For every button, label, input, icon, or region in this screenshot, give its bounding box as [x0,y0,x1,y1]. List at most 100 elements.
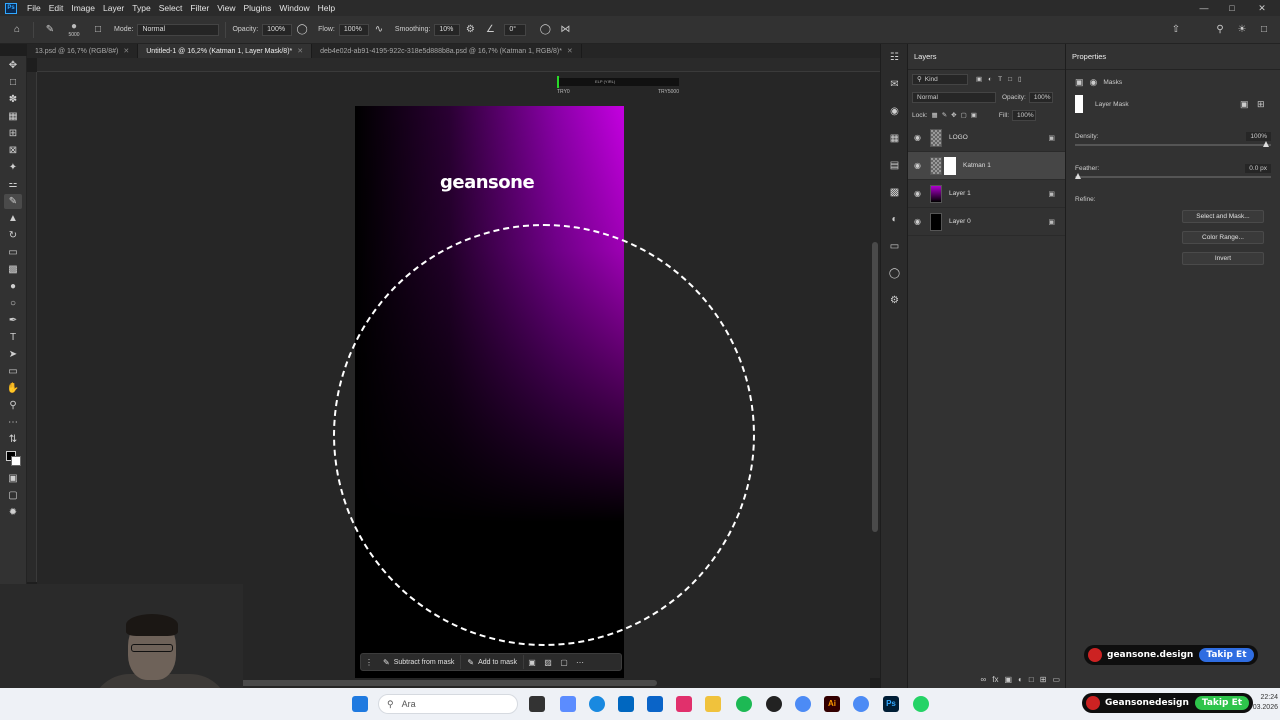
tab-deb4e02d[interactable]: deb4e02d-ab91-4195-922c-318e5d888b8a.psd… [312,44,582,58]
gear-icon[interactable]: ⚙ [463,23,477,37]
visibility-eye-icon[interactable]: ◉ [914,217,926,226]
density-field[interactable]: 100% [1246,131,1271,141]
vertical-ruler[interactable] [27,72,37,582]
more-tools-icon[interactable]: ⋯ [4,415,22,430]
swap-colors-icon[interactable]: ⇅ [4,432,22,447]
fx-icon[interactable]: fx [992,675,998,684]
instagram-icon[interactable] [676,696,692,712]
shape-tool-icon[interactable]: ▭ [4,364,22,379]
scroll-thumb[interactable] [237,680,657,686]
edge-icon[interactable] [589,696,605,712]
filter-shape-icon[interactable]: □ [1008,76,1012,83]
brush-tool-icon[interactable]: ✎ [4,194,22,209]
vertical-scrollbar[interactable] [870,72,880,678]
taskbar-search[interactable]: ⚲ Ara [378,694,518,714]
menu-type[interactable]: Type [128,3,154,13]
invert-mask-icon[interactable]: ▨ [540,658,556,667]
layer-katman-1[interactable]: ◉ Katman 1 [908,152,1065,180]
angle-field[interactable]: 0° [504,23,527,36]
menu-edit[interactable]: Edit [45,3,68,13]
lock-all-icon[interactable]: ▣ [971,111,977,119]
kind-filter-select[interactable]: ⚲ Kind [912,73,968,85]
pixel-mask-icon[interactable]: ▣ [1075,77,1084,88]
new-layer-icon[interactable]: ⊞ [1040,675,1047,684]
symmetry-icon[interactable]: ⋈ [558,23,572,37]
new-adjustment-icon[interactable]: ◐ [1018,675,1023,684]
density-slider[interactable] [1075,141,1271,147]
menu-filter[interactable]: Filter [186,3,213,13]
windows-start-icon[interactable] [352,696,368,712]
eyedropper-tool-icon[interactable]: ✦ [4,160,22,175]
lock-transparent-icon[interactable]: ▦ [932,111,938,119]
generative-icon[interactable]: ✹ [4,505,22,520]
close-icon[interactable]: ✕ [123,47,129,55]
close-icon[interactable]: ✕ [567,47,573,55]
lasso-tool-icon[interactable]: ✽ [4,92,22,107]
filter-pixel-icon[interactable]: ▣ [976,75,982,83]
move-tool-icon[interactable]: ✥ [4,58,22,73]
layer-opacity-field[interactable]: 100% [1028,91,1053,103]
color-range-button[interactable]: Color Range... [1182,231,1264,244]
pressure-opacity-icon[interactable]: ◯ [295,23,309,37]
menu-image[interactable]: Image [67,3,99,13]
menu-select[interactable]: Select [155,3,187,13]
object-select-tool-icon[interactable]: ▦ [4,109,22,124]
scroll-thumb[interactable] [872,242,878,532]
type-tool-icon[interactable]: T [4,330,22,345]
spotify-icon[interactable] [736,696,752,712]
quick-mask-icon[interactable]: ▣ [4,471,22,486]
gradient-tool-icon[interactable]: ▩ [4,262,22,277]
menu-layer[interactable]: Layer [99,3,128,13]
brush-preset-picker[interactable]: ● 5000 [63,21,85,38]
visibility-eye-icon[interactable]: ◉ [914,189,926,198]
lock-image-icon[interactable]: ✎ [942,111,947,119]
history-icon[interactable]: ☷ [881,44,908,71]
menu-window[interactable]: Window [275,3,313,13]
gradients-icon[interactable]: ▤ [881,152,908,179]
layers-tab[interactable]: Layers [914,52,937,61]
mode-select[interactable]: Normal [137,23,220,36]
close-icon[interactable]: ✕ [1246,0,1278,16]
color-swatches[interactable] [4,449,22,469]
file-explorer-icon[interactable] [705,696,721,712]
close-icon[interactable]: ✕ [297,47,303,55]
add-mask-icon[interactable]: ▣ [1004,675,1012,684]
feather-field[interactable]: 0.0 px [1245,163,1271,173]
patterns-icon[interactable]: ▩ [881,179,908,206]
lock-artboard-icon[interactable]: ▢ [961,111,967,119]
menu-view[interactable]: View [213,3,239,13]
lock-icon[interactable]: ▣ [1048,218,1055,226]
home-icon[interactable]: ⌂ [10,23,24,37]
menu-file[interactable]: File [23,3,45,13]
lock-position-icon[interactable]: ✥ [951,111,956,119]
smoothing-field[interactable]: 10% [434,23,461,36]
drag-handle-icon[interactable]: ⋮ [361,658,377,667]
link-layers-icon[interactable]: ∞ [981,675,987,684]
hand-tool-icon[interactable]: ✋ [4,381,22,396]
layer-layer-1[interactable]: ◉ Layer 1 ▣ [908,180,1065,208]
add-vector-mask-icon[interactable]: ⊞ [1257,99,1265,110]
layer-layer-0[interactable]: ◉ Layer 0 ▣ [908,208,1065,236]
eraser-tool-icon[interactable]: ▭ [4,245,22,260]
zoom-tool-icon[interactable]: ⚲ [4,398,22,413]
adjustments-icon[interactable]: ◐ [881,206,908,233]
discover-icon[interactable]: ☀ [1235,23,1249,37]
libraries-icon[interactable]: ▭ [881,233,908,260]
store-icon[interactable] [618,696,634,712]
healing-tool-icon[interactable]: ⚍ [4,177,22,192]
lock-icon[interactable]: ▣ [1048,134,1055,142]
filter-adjustment-icon[interactable]: ◐ [988,76,992,83]
filter-smart-icon[interactable]: ▯ [1018,75,1022,83]
mask-options-icon[interactable]: ▣ [524,658,540,667]
filter-type-icon[interactable]: T [998,76,1002,83]
vector-mask-icon[interactable]: ◉ [1090,77,1098,88]
pressure-size-icon[interactable]: ◯ [538,23,552,37]
history-brush-icon[interactable]: ↻ [4,228,22,243]
disable-mask-icon[interactable]: ▢ [556,658,572,667]
horizontal-ruler[interactable] [37,58,880,72]
workspace-icon[interactable]: □ [1257,23,1271,37]
brush-tool-icon[interactable]: ✎ [43,23,57,37]
select-pixel-mask-icon[interactable]: ▣ [1240,99,1249,110]
add-to-mask-button[interactable]: ✎ Add to mask [461,655,525,669]
pen-tool-icon[interactable]: ✒ [4,313,22,328]
